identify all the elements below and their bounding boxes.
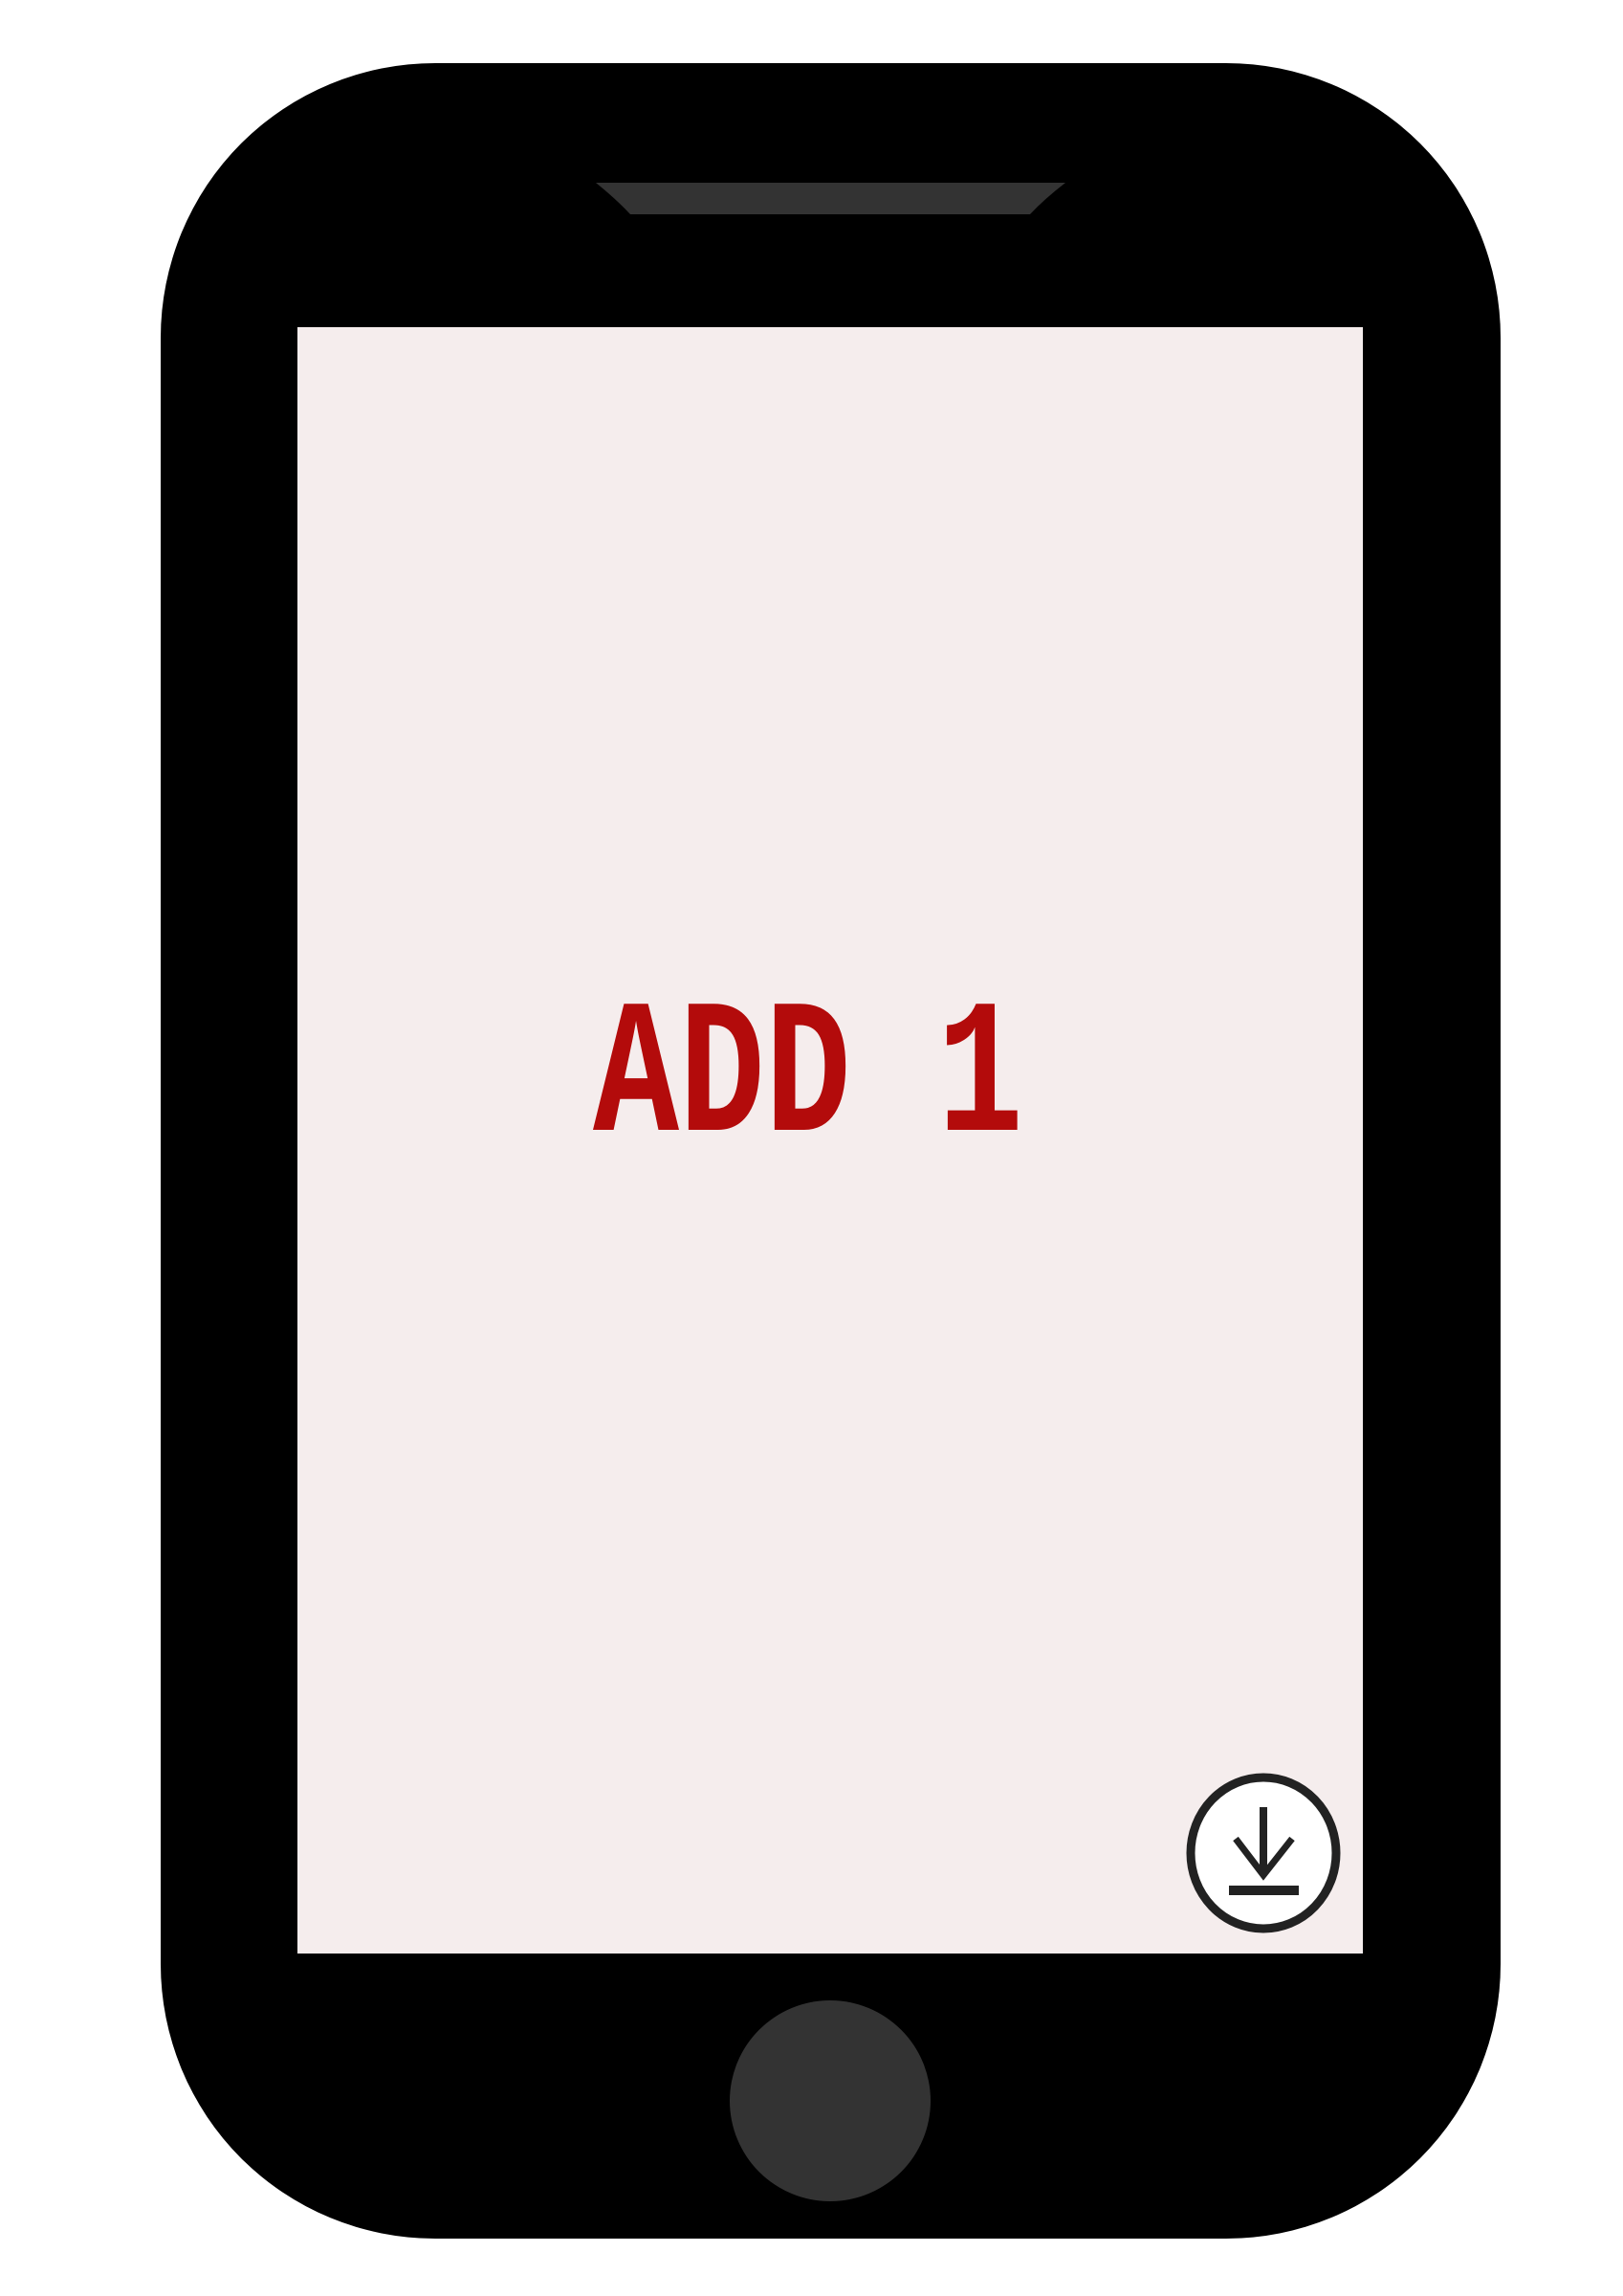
download-button[interactable] [1186, 1773, 1341, 1933]
phone-illustration: ADD 1 [0, 0, 1623, 2296]
home-button[interactable] [730, 2000, 931, 2201]
speaker-grille [596, 183, 1065, 214]
ad-label: ADD 1 [593, 971, 1023, 1188]
phone-canvas: ADD 1 [161, 63, 1501, 2239]
